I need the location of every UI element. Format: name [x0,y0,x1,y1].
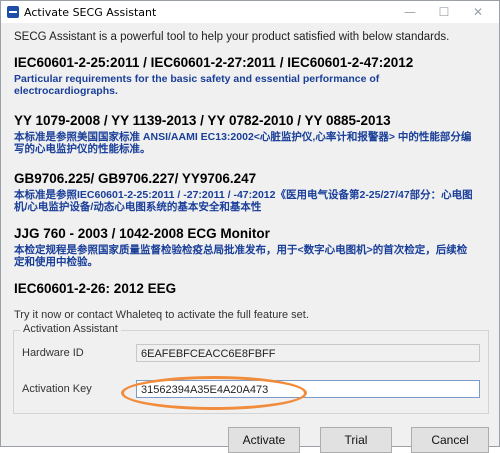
window-title: Activate SECG Assistant [24,5,157,19]
standard-heading: JJG 760 - 2003 / 1042-2008 ECG Monitor [14,226,270,241]
close-button[interactable]: ✕ [461,1,495,23]
maximize-button[interactable]: ☐ [427,1,461,23]
standard-description: 本标准是参照美国国家标准 ANSI/AAMI EC13:2002<心脏监护仪,心… [14,131,472,155]
hardware-id-label: Hardware ID [22,347,84,359]
window-controls: — ☐ ✕ [393,1,495,23]
title-bar: Activate SECG Assistant — ☐ ✕ [1,1,499,23]
standard-heading: YY 1079-2008 / YY 1139-2013 / YY 0782-20… [14,113,391,128]
activation-group: Activation Assistant Hardware ID 6EAFEBF… [13,323,489,414]
activate-button[interactable]: Activate [228,427,300,453]
activation-dialog: Activate SECG Assistant — ☐ ✕ SECG Assis… [0,0,500,453]
standard-description: 本标准是参照IEC60601-2-25:2011 / -27:2011 / -4… [14,189,473,213]
app-icon [7,6,19,18]
group-title: Activation Assistant [20,323,121,335]
standard-heading: GB9706.225/ GB9706.227/ YY9706.247 [14,171,257,186]
activation-key-input[interactable]: 31562394A35E4A20A473 [136,380,480,398]
standard-description: 本检定规程是参照国家质量监督检验检疫总局批准发布，用于<数字心电图机>的首次检定… [14,244,468,268]
intro-text: SECG Assistant is a powerful tool to hel… [14,31,450,43]
standard-heading: IEC60601-2-25:2011 / IEC60601-2-27:2011 … [14,55,414,70]
standard-heading: IEC60601-2-26: 2012 EEG [14,281,177,296]
dialog-content: SECG Assistant is a powerful tool to hel… [1,23,499,453]
try-text: Try it now or contact Whaleteq to activa… [14,309,309,321]
activation-key-label: Activation Key [22,383,92,395]
cancel-button[interactable]: Cancel [411,427,489,453]
hardware-id-field: 6EAFEBFCEACC6E8FBFF [136,344,480,362]
trial-button[interactable]: Trial [320,427,392,453]
minimize-button[interactable]: — [393,1,427,23]
standard-description: Particular requirements for the basic sa… [14,73,380,97]
